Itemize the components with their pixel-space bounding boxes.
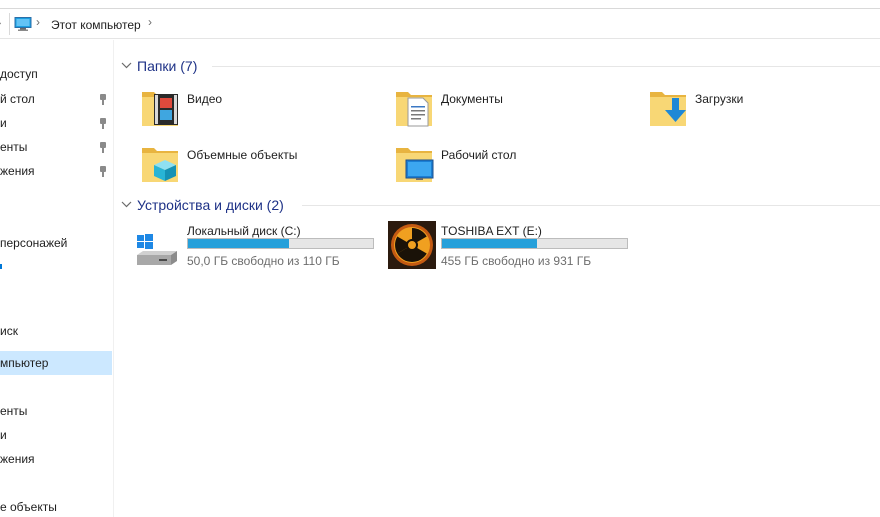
nav-item-characters[interactable]: персонажей: [0, 231, 112, 255]
group-divider: [302, 205, 880, 206]
radiation-drive-icon: [388, 221, 436, 269]
drive-tile-c[interactable]: Локальный диск (C:) 50,0 ГБ свободно из …: [137, 224, 378, 276]
nav-item-desktop[interactable]: й стол: [0, 87, 112, 111]
nav-item-marker: [0, 264, 2, 269]
nav-item-label: мпьютер: [0, 356, 49, 370]
nav-item-label: й стол: [0, 92, 35, 106]
nav-item-label: и: [0, 428, 7, 442]
drive-usage-bar: [187, 238, 374, 249]
drive-name: Локальный диск (C:): [187, 224, 301, 238]
drive-usage-fill: [188, 239, 289, 248]
nav-item-downloads[interactable]: и: [0, 111, 112, 135]
breadcrumb-this-pc[interactable]: Этот компьютер: [51, 18, 141, 32]
nav-item-label: енты: [0, 140, 28, 154]
downloads-folder-icon: [650, 92, 686, 126]
breadcrumb-separator-icon[interactable]: ›: [36, 15, 40, 29]
address-bar-divider: [9, 13, 10, 35]
nav-item-this-pc[interactable]: мпьютер: [0, 351, 112, 375]
drive-tile-e[interactable]: TOSHIBA EXT (E:) 455 ГБ свободно из 931 …: [387, 221, 637, 276]
nav-item-3d-objects[interactable]: е объекты: [0, 495, 112, 517]
documents-folder-icon: [396, 92, 432, 127]
video-folder-icon: [142, 92, 178, 126]
desktop-folder-icon: [396, 148, 434, 182]
breadcrumb-separator-icon[interactable]: ›: [148, 15, 152, 29]
nav-item-label: персонажей: [0, 236, 68, 250]
folder-tile-downloads[interactable]: Загрузки: [648, 86, 878, 134]
pin-icon[interactable]: [98, 159, 108, 183]
nav-item-label: иск: [0, 324, 18, 338]
nav-item-pictures-2[interactable]: жения: [0, 447, 112, 471]
nav-item-documents-2[interactable]: енты: [0, 399, 112, 423]
drive-usage-fill: [442, 239, 537, 248]
3d-objects-folder-icon: [142, 148, 178, 182]
folder-label: Видео: [187, 92, 223, 106]
folder-tile-video[interactable]: Видео: [140, 86, 370, 134]
drive-free-space: 455 ГБ свободно из 931 ГБ: [441, 254, 592, 268]
drive-usage-bar: [441, 238, 628, 249]
this-pc-icon: [14, 17, 32, 34]
drive-name: TOSHIBA EXT (E:): [441, 224, 542, 238]
devices-group-title: Устройства и диски (2): [137, 197, 284, 213]
chevron-down-icon[interactable]: [121, 55, 132, 69]
folder-tile-documents[interactable]: Документы: [394, 86, 624, 134]
folders-group-header[interactable]: Папки (7): [121, 57, 197, 75]
nav-item-label: е объекты: [0, 500, 57, 514]
folders-group-title: Папки (7): [137, 58, 198, 74]
address-bar[interactable]: › › Этот компьютер ›: [0, 8, 880, 39]
folder-label: Документы: [441, 92, 503, 106]
folder-tile-3d-objects[interactable]: Объемные объекты: [140, 142, 370, 190]
pin-icon[interactable]: [98, 87, 108, 111]
chevron-left-icon[interactable]: ›: [0, 15, 1, 30]
devices-group-header[interactable]: Устройства и диски (2): [121, 196, 284, 214]
navigation-pane[interactable]: доступ й стол и енты жения персонажей ис…: [0, 40, 114, 517]
folder-label: Объемные объекты: [187, 148, 298, 162]
nav-item-downloads-2[interactable]: и: [0, 423, 112, 447]
nav-item-documents[interactable]: енты: [0, 135, 112, 159]
folder-label: Загрузки: [695, 92, 744, 106]
group-divider: [212, 66, 880, 67]
nav-item-disk[interactable]: иск: [0, 319, 112, 343]
nav-item-label: жения: [0, 164, 35, 178]
nav-item-label: доступ: [0, 67, 38, 81]
nav-item-label: жения: [0, 452, 35, 466]
folder-label: Рабочий стол: [441, 148, 517, 162]
drive-free-space: 50,0 ГБ свободно из 110 ГБ: [187, 254, 340, 268]
nav-item-label: енты: [0, 404, 28, 418]
windows-drive-icon: [137, 234, 177, 265]
nav-item-pictures[interactable]: жения: [0, 159, 112, 183]
nav-item-quick-access[interactable]: доступ: [0, 62, 112, 86]
nav-item-label: и: [0, 116, 7, 130]
folder-tile-desktop[interactable]: Рабочий стол: [394, 142, 624, 190]
pin-icon[interactable]: [98, 111, 108, 135]
pin-icon[interactable]: [98, 135, 108, 159]
chevron-down-icon[interactable]: [121, 194, 132, 208]
